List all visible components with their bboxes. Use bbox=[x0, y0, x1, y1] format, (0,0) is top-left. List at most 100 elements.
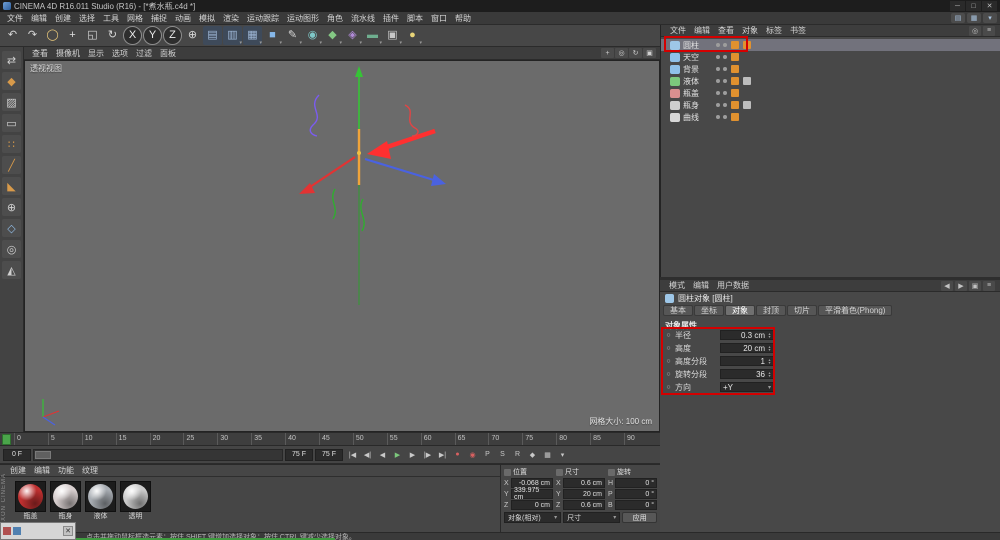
attribute-menu-item[interactable]: 编辑 bbox=[689, 280, 713, 291]
add-deformer-icon[interactable]: ◈ ▾ bbox=[343, 26, 362, 45]
rotation-b-field[interactable]: 0 ° bbox=[615, 500, 657, 510]
material-item[interactable]: 透明 bbox=[120, 481, 151, 522]
add-spline-icon[interactable]: ✎ ▾ bbox=[283, 26, 302, 45]
editor-visibility-dot[interactable] bbox=[716, 115, 720, 119]
previous-frame-button[interactable]: ◀ bbox=[375, 448, 390, 461]
texture-tag-icon[interactable] bbox=[731, 89, 739, 97]
layout-panel-icon[interactable]: ▦ bbox=[967, 13, 981, 23]
z-axis-lock-button[interactable]: Z bbox=[163, 26, 182, 45]
radius-field[interactable]: 0.3 cm ▴▾ bbox=[720, 330, 774, 340]
redo-icon[interactable]: ↷ bbox=[23, 26, 42, 45]
viewport-solo-icon[interactable]: ◎ bbox=[2, 240, 21, 258]
axis-mode-icon[interactable]: ⊕ bbox=[2, 198, 21, 216]
layout-grid-icon[interactable]: ▤ bbox=[951, 13, 965, 23]
move-icon[interactable]: + bbox=[63, 26, 82, 45]
material-menu-item[interactable]: 编辑 bbox=[30, 465, 54, 476]
editor-visibility-dot[interactable] bbox=[716, 91, 720, 95]
popup-close-button[interactable]: ✕ bbox=[63, 526, 73, 536]
coordinate-mode-select[interactable]: 对象(相对)▾ bbox=[504, 512, 561, 523]
texture-tag-icon[interactable] bbox=[731, 101, 739, 109]
pan-view-icon[interactable]: + bbox=[601, 48, 614, 58]
next-frame-button[interactable]: ▶ bbox=[405, 448, 420, 461]
material-menu-item[interactable]: 功能 bbox=[54, 465, 78, 476]
object-name[interactable]: 圆柱 bbox=[683, 40, 713, 51]
animation-toggle-icon[interactable]: ○ bbox=[665, 345, 672, 352]
object-row[interactable]: 瓶身 bbox=[661, 99, 1000, 111]
range-frame-field[interactable]: 75 F bbox=[315, 449, 343, 461]
attribute-tab[interactable]: 切片 bbox=[787, 305, 817, 316]
attribute-tab[interactable]: 基本 bbox=[663, 305, 693, 316]
rotate-icon[interactable]: ↻ bbox=[103, 26, 122, 45]
om-menu-icon[interactable]: ≡ bbox=[983, 26, 995, 36]
record-rotation-button[interactable]: R bbox=[510, 448, 525, 461]
object-manager-menu-item[interactable]: 书签 bbox=[786, 25, 810, 36]
workplane-mode-icon[interactable]: ▭ bbox=[2, 114, 21, 132]
object-name[interactable]: 液体 bbox=[683, 76, 713, 87]
menu-item[interactable]: 文件 bbox=[3, 13, 27, 24]
size-x-field[interactable]: 0.6 cm bbox=[563, 478, 605, 488]
attribute-menu-item[interactable]: 用户数据 bbox=[713, 280, 753, 291]
object-name[interactable]: 曲线 bbox=[683, 112, 713, 123]
points-mode-icon[interactable]: ∷ bbox=[2, 135, 21, 153]
object-row[interactable]: 圆柱 bbox=[661, 39, 1000, 51]
texture-tag-icon-2[interactable] bbox=[743, 101, 751, 109]
menu-item[interactable]: 流水线 bbox=[347, 13, 379, 24]
next-key-button[interactable]: |▶ bbox=[420, 448, 435, 461]
timeline-slider[interactable] bbox=[33, 449, 283, 461]
stepper-icon[interactable]: ▴▾ bbox=[766, 344, 773, 352]
material-thumbnail[interactable] bbox=[120, 481, 151, 512]
model-mode-icon[interactable]: ◆ bbox=[2, 72, 21, 90]
menu-item[interactable]: 选择 bbox=[75, 13, 99, 24]
render-view-icon[interactable]: ▤ bbox=[203, 26, 222, 45]
object-manager-menu-item[interactable]: 编辑 bbox=[690, 25, 714, 36]
rotation-p-field[interactable]: 0 ° bbox=[615, 489, 657, 499]
texture-tag-icon-2[interactable] bbox=[743, 113, 751, 121]
render-visibility-dot[interactable] bbox=[723, 55, 727, 59]
object-manager-menu-item[interactable]: 对象 bbox=[738, 25, 762, 36]
object-row[interactable]: 天空 bbox=[661, 51, 1000, 63]
convert-object-icon[interactable]: ⇄ bbox=[2, 51, 21, 69]
menu-item[interactable]: 模拟 bbox=[195, 13, 219, 24]
editor-visibility-dot[interactable] bbox=[716, 43, 720, 47]
attribute-menu-item[interactable]: 模式 bbox=[665, 280, 689, 291]
menu-item[interactable]: 工具 bbox=[99, 13, 123, 24]
timeline-slider-handle[interactable] bbox=[35, 451, 51, 459]
add-cube-icon[interactable]: ■ ▾ bbox=[263, 26, 282, 45]
material-menu-item[interactable]: 纹理 bbox=[78, 465, 102, 476]
editor-visibility-dot[interactable] bbox=[716, 103, 720, 107]
animation-toggle-icon[interactable]: ○ bbox=[665, 358, 672, 365]
menu-item[interactable]: 角色 bbox=[323, 13, 347, 24]
am-menu-icon[interactable]: ≡ bbox=[983, 281, 995, 291]
timeline-ruler[interactable]: 051015202530354045505560657075808590 bbox=[0, 432, 660, 446]
object-row[interactable]: 液体 bbox=[661, 75, 1000, 87]
texture-tag-icon-2[interactable] bbox=[743, 77, 751, 85]
maximize-button[interactable]: □ bbox=[966, 1, 981, 11]
record-pla-button[interactable]: ▦ bbox=[540, 448, 555, 461]
menu-item[interactable]: 脚本 bbox=[403, 13, 427, 24]
end-frame-field[interactable]: 75 F bbox=[285, 449, 313, 461]
tweak-mode-icon[interactable]: ◭ bbox=[2, 261, 21, 279]
object-manager-menu-item[interactable]: 查看 bbox=[714, 25, 738, 36]
live-selection-icon[interactable]: ◯ bbox=[43, 26, 62, 45]
record-parameter-button[interactable]: ◆ bbox=[525, 448, 540, 461]
material-thumbnail[interactable] bbox=[15, 481, 46, 512]
orientation-select[interactable]: +Y ▾ bbox=[720, 382, 774, 392]
menu-item[interactable]: 运动图形 bbox=[283, 13, 323, 24]
current-frame-field[interactable]: 0 F bbox=[3, 449, 31, 461]
playback-options-button[interactable]: ▾ bbox=[555, 448, 570, 461]
texture-mode-icon[interactable]: ▨ bbox=[2, 93, 21, 111]
position-z-field[interactable]: 0 cm bbox=[511, 500, 553, 510]
texture-tag-icon[interactable] bbox=[731, 53, 739, 61]
edges-mode-icon[interactable]: ╱ bbox=[2, 156, 21, 174]
texture-tag-icon[interactable] bbox=[731, 77, 739, 85]
texture-tag-icon-2[interactable] bbox=[743, 53, 751, 61]
notification-popup[interactable]: ✕ bbox=[0, 522, 76, 540]
size-z-field[interactable]: 0.6 cm bbox=[563, 500, 605, 510]
animation-toggle-icon[interactable]: ○ bbox=[665, 371, 672, 378]
render-settings-icon[interactable]: ▦ ▾ bbox=[243, 26, 262, 45]
menu-item[interactable]: 帮助 bbox=[451, 13, 475, 24]
layout-dropdown-icon[interactable]: ▾ bbox=[983, 13, 997, 23]
height-field[interactable]: 20 cm ▴▾ bbox=[720, 343, 774, 353]
stepper-icon[interactable]: ▴▾ bbox=[766, 357, 773, 365]
autokey-button[interactable]: ◉ bbox=[465, 448, 480, 461]
